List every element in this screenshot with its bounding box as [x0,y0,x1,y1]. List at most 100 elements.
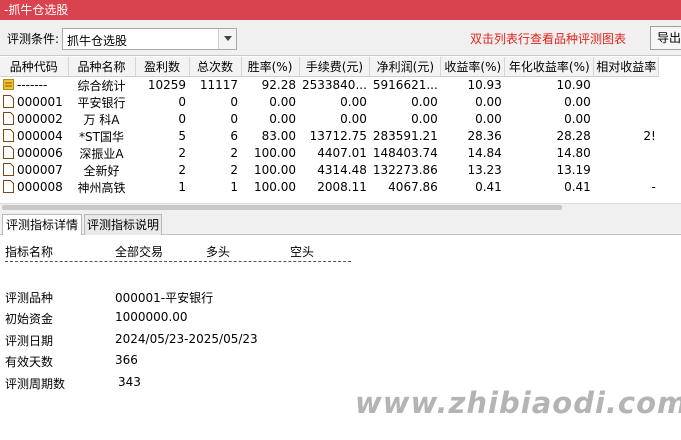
value-cell: 1 [178,180,186,194]
value-cell [594,145,659,162]
column-header[interactable]: 总次数 [189,57,242,77]
name-cell: 神州高铁 [77,180,126,195]
value-cell: 2 [178,146,186,160]
code-cell: ------- [0,76,68,94]
dropdown-button[interactable] [218,29,236,49]
code-text: 000001 [17,95,63,109]
tab-detail[interactable]: 评测指标详情 [2,214,82,236]
value-cell: 2533840... [302,78,367,92]
table-row[interactable]: 000006 深振业A 2 2 100.00 4407.01 148403.74 14.84 1… [0,145,659,162]
column-header[interactable]: 品种名称 [68,57,136,77]
table-row[interactable]: 000004 *ST国华 5 6 83.00 13712.75 283591.21 28.36… [0,128,659,145]
value-cell: 13712.75 [309,129,367,143]
document-icon [3,163,14,176]
document-icon [3,180,14,193]
summary-row[interactable]: ------- 综合统计 10259 11117 92.28 2533840... 5916… [0,76,659,94]
indicator-value: 343 [118,375,141,389]
value-cell: 0.00 [340,112,367,126]
code-cell: 000001 [0,94,68,111]
value-cell: 28.28 [556,129,591,143]
document-icon [3,129,14,142]
column-header[interactable]: 品种代码 [0,57,69,77]
document-icon [3,146,14,159]
value-cell: 0.00 [564,112,591,126]
code-text: ------- [17,78,48,92]
value-cell: 100.00 [254,180,296,194]
value-cell: 0.00 [411,112,438,126]
value-cell: 14.84 [467,146,502,160]
name-cell: *ST国华 [79,129,124,144]
table-hint: 双击列表行查看品种评测图表 [470,32,627,46]
value-cell: 5 [178,129,186,143]
code-cell: 000006 [0,145,68,162]
condition-select-value: 抓牛仓选股 [67,34,128,48]
indicator-label: 评测周期数 [5,377,66,391]
value-cell: 10259 [147,78,186,92]
export-button[interactable]: 导出 [650,26,681,50]
code-cell: 000008 [0,179,68,196]
value-cell: 2 [230,146,238,160]
column-header[interactable]: 手续费(元) [299,57,371,77]
indicator-value: 366 [115,353,138,367]
tab-bar: 评测指标详情 评测指标说明 [0,211,681,236]
column-header[interactable]: 收益率(%) [440,57,506,77]
name-cell: 万 科A [83,112,120,127]
value-cell: 2 [230,163,238,177]
column-header[interactable]: 年化收益率(%) [504,57,595,77]
name-cell: 综合统计 [77,78,126,93]
column-header[interactable]: 相对收益率 [593,57,660,77]
value-cell: 0 [178,112,186,126]
table-header-row: 品种代码 品种名称 盈利数 总次数 胜率(%) 手续费(元) 净利润(元) 收益… [0,57,660,77]
horizontal-scrollbar[interactable] [0,203,681,211]
value-cell: 11117 [199,78,238,92]
value-cell: 28.36 [467,129,502,143]
code-cell: 000004 [0,128,68,145]
value-cell: 0.00 [475,95,502,109]
value-cell [594,111,659,128]
value-cell: 83.00 [261,129,296,143]
indicator-label: 评测品种 [5,291,54,305]
code-text: 000006 [17,146,63,160]
value-cell: 100.00 [254,163,296,177]
code-text: 000004 [17,129,63,143]
all-trades-header: 全部交易 [115,245,164,259]
value-cell [594,94,659,111]
window-title-bar: -抓牛仓选股 [0,0,681,20]
value-cell [594,76,659,94]
code-text: 000008 [17,180,63,194]
name-cell: 全新好 [83,163,120,178]
code-text: 000007 [17,163,63,177]
value-cell: 0.00 [269,95,296,109]
value-cell: 4314.48 [317,163,367,177]
value-cell: 2! [643,129,656,143]
table-row[interactable]: 000002 万 科A 0 0 0.00 0.00 0.00 0.00 0.00 [0,111,659,128]
value-cell: 14.80 [556,146,591,160]
value-cell: 148403.74 [372,146,438,160]
document-icon [3,95,14,108]
value-cell: 0.00 [475,112,502,126]
column-header[interactable]: 盈利数 [135,57,190,77]
indicator-value: 2024/05/23-2025/05/23 [115,332,258,346]
table-row[interactable]: 000001 平安银行 0 0 0.00 0.00 0.00 0.00 0.00 [0,94,659,111]
indicator-label: 初始资金 [5,312,54,326]
table-row[interactable]: 000008 神州高铁 1 1 100.00 2008.11 4067.86 0.41 0.41… [0,179,659,196]
value-cell: 0.00 [411,95,438,109]
value-cell: 2008.11 [317,180,367,194]
condition-select[interactable]: 抓牛仓选股 [62,28,237,50]
long-header: 多头 [206,245,231,259]
column-header[interactable]: 净利润(元) [369,57,442,77]
window-title: -抓牛仓选股 [4,3,69,17]
code-cell: 000007 [0,162,68,179]
value-cell [594,162,659,179]
document-icon [3,112,14,125]
table-row[interactable]: 000007 全新好 2 2 100.00 4314.48 132273.86 13.23 13… [0,162,659,179]
value-cell: 283591.21 [372,129,438,143]
indicator-name-header: 指标名称 [5,245,54,259]
scrollbar-thumb[interactable] [2,205,562,210]
column-header[interactable]: 胜率(%) [241,57,300,77]
value-cell: 0.00 [269,112,296,126]
value-cell: 100.00 [254,146,296,160]
code-text: 000002 [17,112,63,126]
tab-explain[interactable]: 评测指标说明 [84,214,162,235]
value-cell: 4067.86 [388,180,438,194]
